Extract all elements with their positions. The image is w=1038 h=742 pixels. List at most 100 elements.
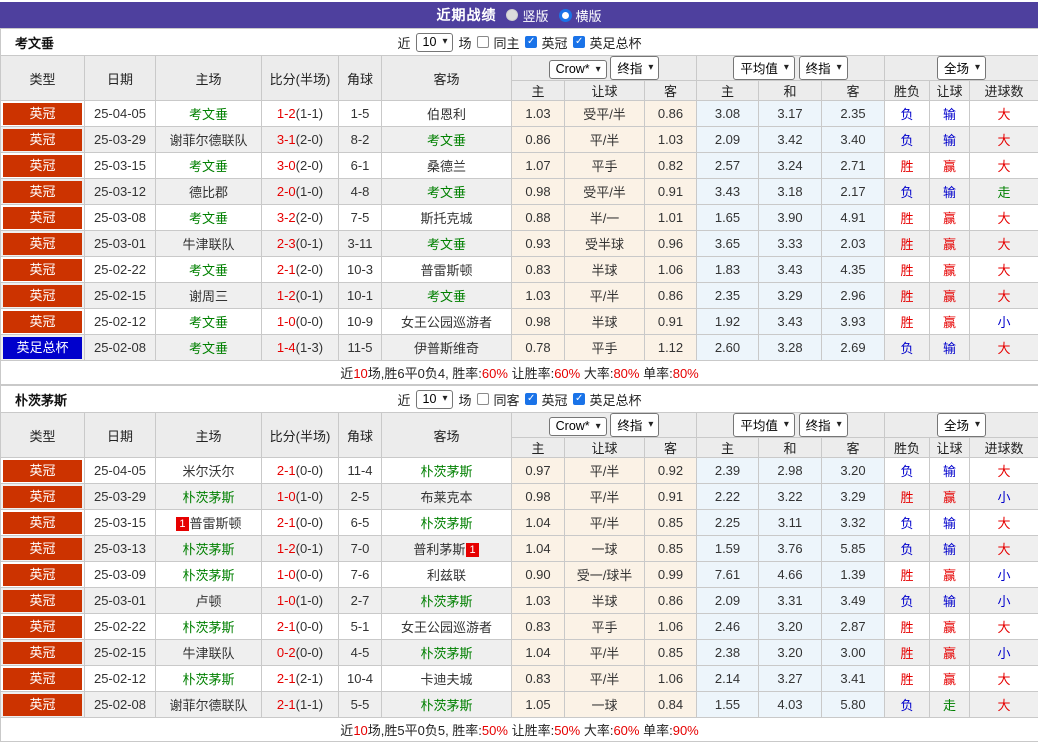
- home-team: 德比郡: [156, 179, 262, 205]
- same-venue-checkbox[interactable]: [476, 393, 488, 405]
- result-goals: 大: [970, 692, 1038, 718]
- fulltime-score: 1-0: [277, 489, 296, 504]
- match-type: 英冠: [1, 640, 85, 666]
- match-count-select[interactable]: 10▾: [416, 390, 454, 409]
- cup-badge: 英足总杯: [3, 337, 82, 359]
- halftime-score: (2-1): [296, 671, 323, 686]
- away-team-name: 考文垂: [427, 185, 466, 200]
- fulltime-score: 2-1: [277, 619, 296, 634]
- match-date: 25-02-12: [85, 309, 156, 335]
- summary-value: 60%: [613, 723, 639, 738]
- match-type: 英冠: [1, 536, 85, 562]
- odds-source-select[interactable]: Crow*▾: [549, 60, 607, 79]
- chevron-down-icon: ▾: [784, 62, 789, 73]
- vertical-layout-option[interactable]: 竖版: [506, 6, 548, 25]
- result-goals: 小: [970, 588, 1038, 614]
- fulltime-score: 1-0: [277, 593, 296, 608]
- score: 1-4(1-3): [262, 335, 339, 361]
- avg-away: 5.85: [822, 536, 885, 562]
- summary-row: 近10场,胜5平0负5, 胜率:50% 让胜率:50% 大率:60% 单率:90…: [1, 718, 1038, 742]
- avg-select[interactable]: 平均值▾: [733, 56, 795, 80]
- cup-checkbox[interactable]: [573, 36, 585, 48]
- avg-draw: 3.42: [759, 127, 822, 153]
- odds-away: 0.99: [645, 562, 697, 588]
- away-team-name: 伯恩利: [427, 107, 466, 122]
- avg-home: 2.09: [697, 127, 759, 153]
- score: 3-0(2-0): [262, 153, 339, 179]
- result-handicap: 输: [930, 179, 970, 205]
- away-team-name: 女王公园巡游者: [401, 315, 492, 330]
- away-team: 布莱克本: [382, 484, 512, 510]
- same-venue-checkbox[interactable]: [476, 36, 488, 48]
- match-row: 英冠25-02-22考文垂2-1(2-0)10-3普雷斯顿0.83半球1.061…: [1, 257, 1038, 283]
- home-team-name: 谢菲尔德联队: [169, 698, 247, 713]
- match-date: 25-02-08: [85, 335, 156, 361]
- match-type: 英冠: [1, 666, 85, 692]
- fulltime-score: 0-2: [277, 645, 296, 660]
- odds-away: 0.84: [645, 692, 697, 718]
- away-team-name: 朴茨茅斯: [420, 464, 472, 479]
- corners: 7-6: [339, 562, 382, 588]
- odds-source-select[interactable]: Crow*▾: [549, 417, 607, 436]
- match-date: 25-03-01: [85, 231, 156, 257]
- avg-time-select[interactable]: 终指▾: [799, 56, 848, 80]
- odds-home: 0.83: [512, 614, 565, 640]
- home-team-name: 考文垂: [189, 315, 228, 330]
- corners: 8-2: [339, 127, 382, 153]
- league-checkbox[interactable]: [525, 36, 537, 48]
- avg-home: 2.22: [697, 484, 759, 510]
- home-team-name: 朴茨茅斯: [182, 620, 234, 635]
- result-handicap: 赢: [930, 309, 970, 335]
- summary-value: 80%: [673, 366, 699, 381]
- avg-away: 3.41: [822, 666, 885, 692]
- league-checkbox[interactable]: [525, 393, 537, 405]
- horizontal-layout-option[interactable]: 横版: [559, 6, 602, 25]
- result-winlose: 负: [885, 692, 930, 718]
- avg-time-select[interactable]: 终指▾: [799, 413, 848, 437]
- match-row: 英冠25-03-29朴茨茅斯1-0(1-0)2-5布莱克本0.98平/半0.91…: [1, 484, 1038, 510]
- near-label: 近: [398, 33, 411, 52]
- vertical-radio-icon[interactable]: [506, 9, 518, 21]
- col-header-score: 比分(半场): [262, 56, 339, 101]
- match-row: 英冠25-03-01卢顿1-0(1-0)2-7朴茨茅斯1.03半球0.862.0…: [1, 588, 1038, 614]
- match-row: 英冠25-03-29谢菲尔德联队3-1(2-0)8-2考文垂0.86平/半1.0…: [1, 127, 1038, 153]
- summary-label: 大率:: [580, 366, 613, 381]
- col-header-odds-home: 主: [512, 438, 565, 458]
- scope-select[interactable]: 全场▾: [937, 56, 986, 80]
- recent-results-page: 近期战绩 竖版 横版 考文垂 近 10▾ 场: [0, 0, 1038, 742]
- halftime-score: (1-1): [296, 697, 323, 712]
- horizontal-radio-label[interactable]: 横版: [576, 6, 602, 25]
- result-goals: 小: [970, 562, 1038, 588]
- away-team-name: 朴茨茅斯: [420, 646, 472, 661]
- cup-checkbox[interactable]: [573, 393, 585, 405]
- away-team: 斯托克城: [382, 205, 512, 231]
- summary-value: 50%: [482, 723, 508, 738]
- match-date: 25-04-05: [85, 458, 156, 484]
- avg-select[interactable]: 平均值▾: [733, 413, 795, 437]
- away-team: 利兹联: [382, 562, 512, 588]
- league-badge: 英冠: [3, 486, 82, 508]
- score: 2-1(0-0): [262, 510, 339, 536]
- avg-away: 2.03: [822, 231, 885, 257]
- match-date: 25-03-29: [85, 484, 156, 510]
- vertical-radio-label[interactable]: 竖版: [522, 6, 548, 25]
- match-type: 英冠: [1, 614, 85, 640]
- chevron-down-icon: ▾: [442, 36, 447, 47]
- scope-select[interactable]: 全场▾: [937, 413, 986, 437]
- col-header-winlose: 胜负: [885, 81, 930, 101]
- summary-label: 近: [340, 723, 353, 738]
- result-winlose: 胜: [885, 614, 930, 640]
- league-label: 英冠: [542, 33, 568, 52]
- home-team: 谢周三: [156, 283, 262, 309]
- result-winlose: 负: [885, 510, 930, 536]
- horizontal-radio-icon[interactable]: [559, 9, 572, 22]
- odds-time-select[interactable]: 终指▾: [610, 413, 659, 437]
- summary-value: 10: [353, 723, 367, 738]
- league-badge: 英冠: [3, 564, 82, 586]
- match-date: 25-03-29: [85, 127, 156, 153]
- odds-handicap: 平/半: [565, 510, 645, 536]
- away-team-name: 女王公园巡游者: [401, 620, 492, 635]
- away-team: 伊普斯维奇: [382, 335, 512, 361]
- odds-time-select[interactable]: 终指▾: [610, 56, 659, 80]
- match-count-select[interactable]: 10▾: [416, 33, 454, 52]
